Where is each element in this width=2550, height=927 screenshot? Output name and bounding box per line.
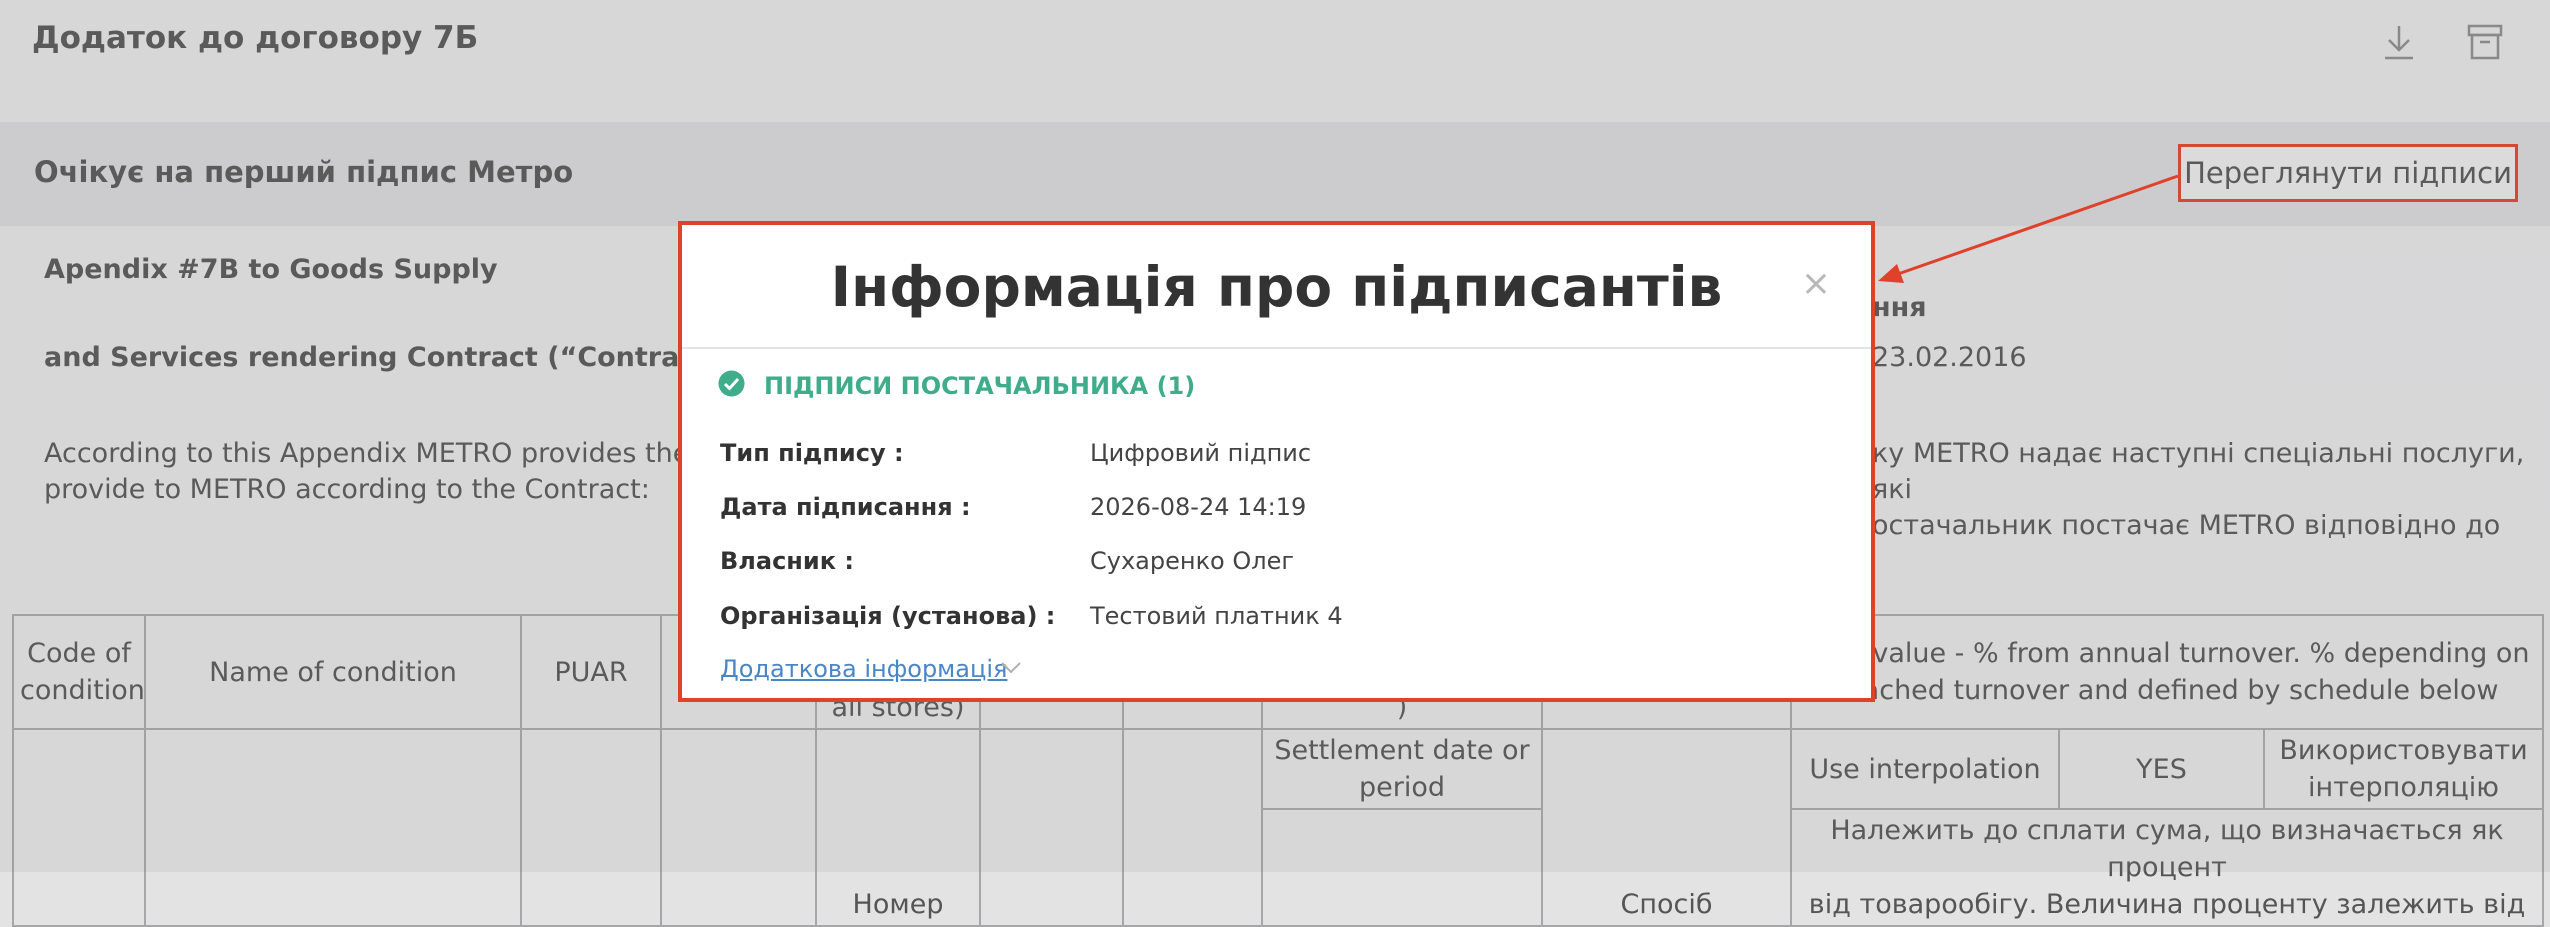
organization-label: Організація (установа) : — [720, 602, 1056, 630]
owner-label: Власник : — [720, 547, 854, 575]
additional-info-link[interactable]: Додаткова інформація — [720, 655, 1007, 683]
signers-info-modal: Інформація про підписантів × ПІДПИСИ ПОС… — [678, 221, 1875, 702]
modal-divider — [682, 347, 1871, 349]
signature-type-value: Цифровий підпис — [1090, 439, 1312, 467]
supplier-signatures-title: ПІДПИСИ ПОСТАЧАЛЬНИКА (1) — [764, 372, 1196, 400]
signature-type-label: Тип підпису : — [720, 439, 904, 467]
check-circle-icon — [718, 370, 745, 397]
chevron-down-icon[interactable] — [1000, 660, 1022, 676]
owner-value: Сухаренко Олег — [1090, 547, 1294, 575]
modal-title: Інформація про підписантів — [830, 255, 1723, 319]
organization-value: Тестовий платник 4 — [1090, 602, 1343, 630]
signing-date-label: Дата підписання : — [720, 493, 971, 521]
close-icon[interactable]: × — [1801, 263, 1831, 304]
signing-date-value: 2026-08-24 14:19 — [1090, 493, 1307, 521]
